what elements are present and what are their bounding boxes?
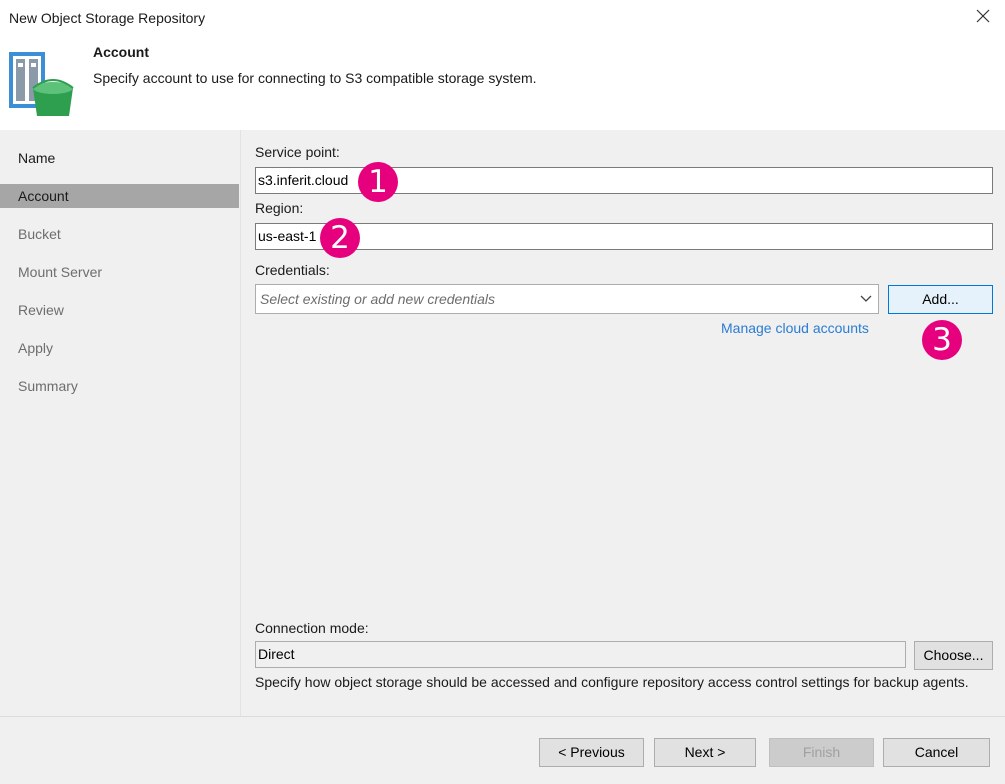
cancel-button[interactable]: Cancel (883, 738, 990, 767)
connection-mode-description: Specify how object storage should be acc… (255, 674, 969, 690)
chevron-down-icon (860, 295, 872, 302)
region-input[interactable]: us-east-1 (255, 223, 993, 250)
step-mount-server[interactable]: Mount Server (0, 260, 239, 284)
region-label: Region: (255, 200, 304, 216)
step-apply[interactable]: Apply (0, 336, 239, 360)
title-bar: New Object Storage Repository (0, 0, 1005, 36)
annotation-badge-2: 2 (320, 218, 360, 258)
object-storage-icon (9, 52, 74, 116)
wizard-footer: < Previous Next > Finish Cancel (0, 716, 1005, 784)
page-title: Account (93, 44, 149, 60)
manage-cloud-accounts-link[interactable]: Manage cloud accounts (721, 320, 869, 336)
connection-mode-field: Direct (255, 641, 906, 668)
credentials-select[interactable]: Select existing or add new credentials (255, 284, 879, 314)
finish-button: Finish (769, 738, 874, 767)
add-credentials-button[interactable]: Add... (888, 285, 993, 314)
annotation-badge-3: 3 (922, 320, 962, 360)
previous-button[interactable]: < Previous (539, 738, 644, 767)
step-bucket[interactable]: Bucket (0, 222, 239, 246)
step-summary[interactable]: Summary (0, 374, 239, 398)
close-icon[interactable] (973, 6, 993, 26)
choose-connection-mode-button[interactable]: Choose... (914, 641, 993, 670)
step-account[interactable]: Account (0, 184, 239, 208)
wizard-content: Service point: s3.inferit.cloud Region: … (240, 130, 1005, 716)
next-button[interactable]: Next > (654, 738, 756, 767)
wizard-steps: Name Account Bucket Mount Server Review … (0, 130, 240, 716)
page-subtitle: Specify account to use for connecting to… (93, 70, 537, 86)
wizard-header: Account Specify account to use for conne… (0, 36, 1005, 130)
step-review[interactable]: Review (0, 298, 239, 322)
window-title: New Object Storage Repository (9, 10, 206, 26)
credentials-placeholder: Select existing or add new credentials (260, 291, 496, 307)
connection-mode-label: Connection mode: (255, 620, 369, 636)
annotation-badge-1: 1 (358, 162, 398, 202)
step-name[interactable]: Name (0, 146, 239, 170)
credentials-label: Credentials: (255, 262, 330, 278)
service-point-label: Service point: (255, 144, 340, 160)
